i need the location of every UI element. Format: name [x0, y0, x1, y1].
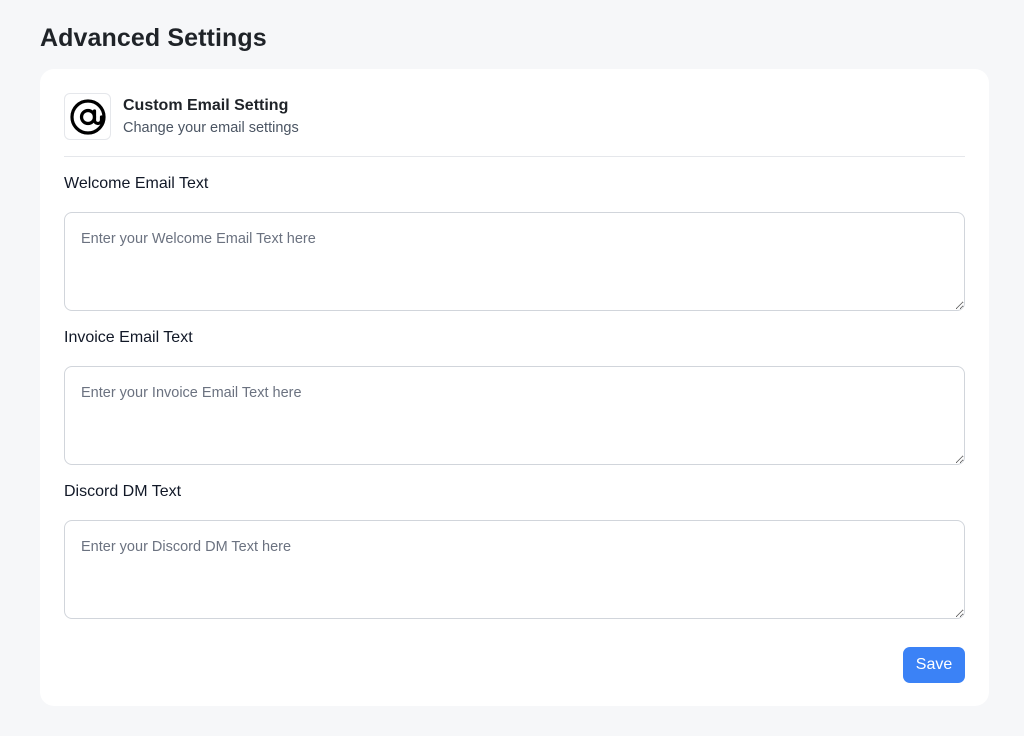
- at-sign-icon: [64, 93, 111, 140]
- invoice-email-textarea[interactable]: [64, 366, 965, 465]
- page-title: Advanced Settings: [40, 24, 267, 52]
- discord-dm-textarea[interactable]: [64, 520, 965, 619]
- welcome-email-label: Welcome Email Text: [64, 175, 209, 192]
- section-header: Custom Email Setting Change your email s…: [64, 93, 965, 157]
- discord-dm-label: Discord DM Text: [64, 483, 182, 500]
- save-button[interactable]: Save: [903, 647, 965, 683]
- section-subtitle: Change your email settings: [123, 120, 299, 136]
- welcome-email-textarea[interactable]: [64, 212, 965, 311]
- settings-card: Custom Email Setting Change your email s…: [40, 69, 989, 706]
- invoice-email-label: Invoice Email Text: [64, 329, 193, 346]
- section-title: Custom Email Setting: [123, 97, 289, 114]
